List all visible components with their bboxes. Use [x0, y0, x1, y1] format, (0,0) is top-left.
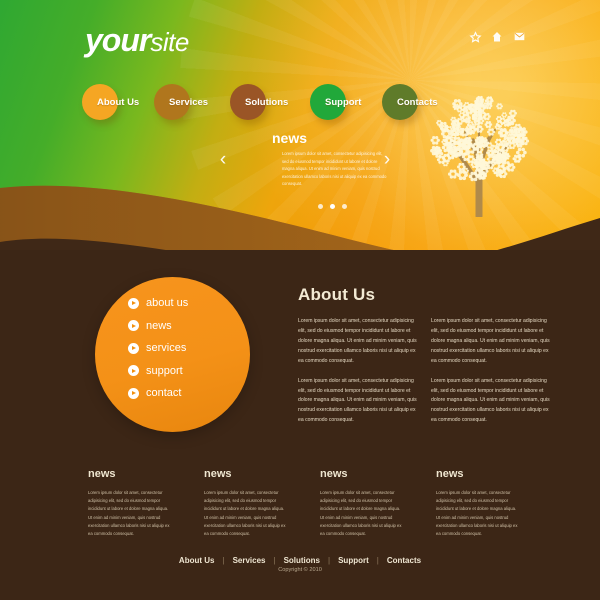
about-column: Lorem ipsum dolor sit amet, consectetur … [431, 317, 550, 436]
footer-nav-support[interactable]: Support [330, 556, 377, 565]
slider-dot[interactable] [342, 204, 347, 209]
circle-menu-item-support[interactable]: support [128, 365, 188, 377]
play-arrow-icon [128, 320, 139, 331]
circle-menu-item-services[interactable]: services [128, 342, 188, 354]
play-arrow-icon [128, 387, 139, 399]
logo-text-primary: your [85, 22, 151, 58]
nav-item-services[interactable]: Services [154, 84, 230, 120]
slider-text: Lorem ipsum dolor sit amet, consectetur … [282, 151, 387, 187]
footer-news-text: Lorem ipsum dolor sit amet, consectetur … [204, 490, 286, 536]
footer-news-column: news Lorem ipsum dolor sit amet, consecte… [204, 468, 286, 538]
footer-news-text: Lorem ipsum dolor sit amet, consectetur … [436, 490, 518, 536]
nav-item-support[interactable]: Support [310, 84, 384, 120]
footer-news-column: news Lorem ipsum dolor sit amet, consecte… [320, 468, 402, 538]
about-column: Lorem ipsum dolor sit amet, consectetur … [298, 317, 417, 436]
footer-news-title: news [320, 468, 348, 480]
nav-item-label: Solutions [245, 96, 289, 108]
slider-dot[interactable] [318, 204, 323, 209]
footer-nav-services[interactable]: Services [225, 556, 274, 565]
about-paragraph: Lorem ipsum dolor sit amet, consectetur … [431, 318, 550, 364]
nav-item-solutions[interactable]: Solutions [230, 84, 310, 120]
circle-menu-list: about us news services support contact [128, 297, 188, 399]
circle-menu-item-label: contact [146, 387, 182, 399]
copyright-text: Copyright © 2010 [278, 567, 322, 573]
footer-news-columns: news Lorem ipsum dolor sit amet, consecte… [88, 468, 518, 538]
about-columns: Lorem ipsum dolor sit amet, consectetur … [298, 317, 550, 436]
blossom [430, 136, 440, 145]
logo-text-secondary: site [150, 27, 189, 57]
footer-news-title: news [204, 468, 232, 480]
star-icon[interactable] [469, 31, 482, 44]
website-mockup: yoursite About Us Services Solutions Suppor… [0, 0, 600, 600]
slider-dots [318, 204, 347, 209]
play-arrow-icon [128, 297, 139, 309]
circle-menu-item-label: support [146, 364, 183, 377]
footer-nav-solutions[interactable]: Solutions [276, 556, 328, 565]
footer-news-text: Lorem ipsum dolor sit amet, consectetur … [320, 490, 402, 536]
footer-news-column: news Lorem ipsum dolor sit amet, consecte… [88, 468, 170, 538]
nav-item-label: Contacts [397, 96, 438, 108]
news-slider: news Lorem ipsum dolor sit amet, consecte… [210, 130, 400, 209]
slider-dot[interactable] [330, 204, 335, 209]
nav-item-label: Support [325, 96, 362, 108]
footer-nav-about-us[interactable]: About Us [171, 556, 223, 565]
blossom [501, 112, 508, 118]
circle-menu-item-label: about us [146, 297, 189, 309]
about-paragraph: Lorem ipsum dolor sit amet, consectetur … [298, 377, 417, 424]
footer-news-column: news Lorem ipsum dolor sit amet, consecte… [436, 468, 518, 538]
nav-item-about-us[interactable]: About Us [82, 84, 160, 120]
circle-menu-item-contact[interactable]: contact [128, 387, 188, 399]
footer-news-title: news [88, 468, 116, 480]
footer-navigation: About Us | Services | Solutions | Support | Cont… [0, 550, 600, 568]
circle-menu-item-news[interactable]: news [128, 320, 188, 332]
blossom [484, 121, 493, 128]
site-logo[interactable]: yoursite [85, 24, 189, 56]
about-paragraph: Lorem ipsum dolor sit amet, consectetur … [431, 377, 550, 424]
footer-nav-contacts[interactable]: Contacts [379, 556, 429, 565]
about-paragraph: Lorem ipsum dolor sit amet, consectetur … [298, 318, 417, 364]
footer-news-text: Lorem ipsum dolor sit amet, consectetur … [88, 490, 170, 536]
play-arrow-icon [128, 342, 139, 354]
about-title: About Us [298, 285, 376, 304]
about-section: About Us Lorem ipsum dolor sit amet, con… [298, 285, 550, 436]
circle-menu-item-label: services [146, 342, 187, 354]
nav-item-label: Services [169, 96, 209, 108]
slider-next-arrow[interactable]: › [380, 148, 394, 170]
circle-menu: about us news services support contact [95, 277, 250, 432]
header: yoursite About Us Services Solutions Suppor… [0, 0, 600, 250]
circle-menu-item-label: news [146, 319, 172, 332]
footer-news-title: news [436, 468, 464, 480]
nav-item-label: About Us [97, 96, 140, 108]
slider-title: news [272, 130, 308, 146]
circle-menu-item-about-us[interactable]: about us [128, 297, 188, 309]
home-icon[interactable] [491, 31, 504, 44]
main-content: about us news services support contact About… [0, 250, 600, 600]
blossom [487, 128, 496, 136]
top-icon-bar [469, 31, 526, 44]
slider-prev-arrow[interactable]: ‹ [216, 148, 230, 170]
blossom [496, 103, 503, 110]
mail-icon[interactable] [513, 31, 526, 44]
play-arrow-icon [128, 365, 139, 376]
